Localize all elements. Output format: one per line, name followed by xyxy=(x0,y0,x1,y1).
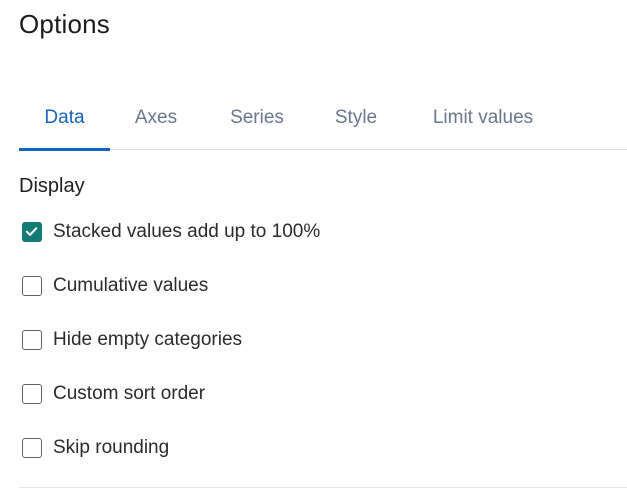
option-label: Cumulative values xyxy=(53,275,209,296)
cumulative-values-checkbox[interactable] xyxy=(22,276,42,296)
tab-axes[interactable]: Axes xyxy=(126,96,186,150)
option-label: Custom sort order xyxy=(53,383,206,404)
tab-series[interactable]: Series xyxy=(221,96,293,150)
tab-label: Data xyxy=(44,107,85,128)
display-section-heading: Display xyxy=(19,175,85,197)
tab-label: Axes xyxy=(134,107,178,128)
section-divider xyxy=(19,487,627,488)
active-tab-indicator xyxy=(19,148,110,151)
tab-label: Limit values xyxy=(432,107,534,128)
page-title: Options xyxy=(19,9,111,39)
option-label: Skip rounding xyxy=(53,437,170,458)
check-icon xyxy=(25,227,38,236)
tab-label: Series xyxy=(230,107,284,128)
tab-limit-values[interactable]: Limit values xyxy=(419,96,547,150)
tab-style[interactable]: Style xyxy=(326,96,386,150)
tab-bar: Data Axes Series Style Limit values xyxy=(19,96,627,151)
stacked-values-checkbox[interactable] xyxy=(22,222,42,242)
option-label: Hide empty categories xyxy=(53,329,243,350)
option-label: Stacked values add up to 100% xyxy=(53,221,321,242)
hide-empty-categories-checkbox[interactable] xyxy=(22,330,42,350)
tab-data[interactable]: Data xyxy=(19,96,110,151)
tab-label: Style xyxy=(334,107,378,128)
skip-rounding-checkbox[interactable] xyxy=(22,438,42,458)
custom-sort-order-checkbox[interactable] xyxy=(22,384,42,404)
